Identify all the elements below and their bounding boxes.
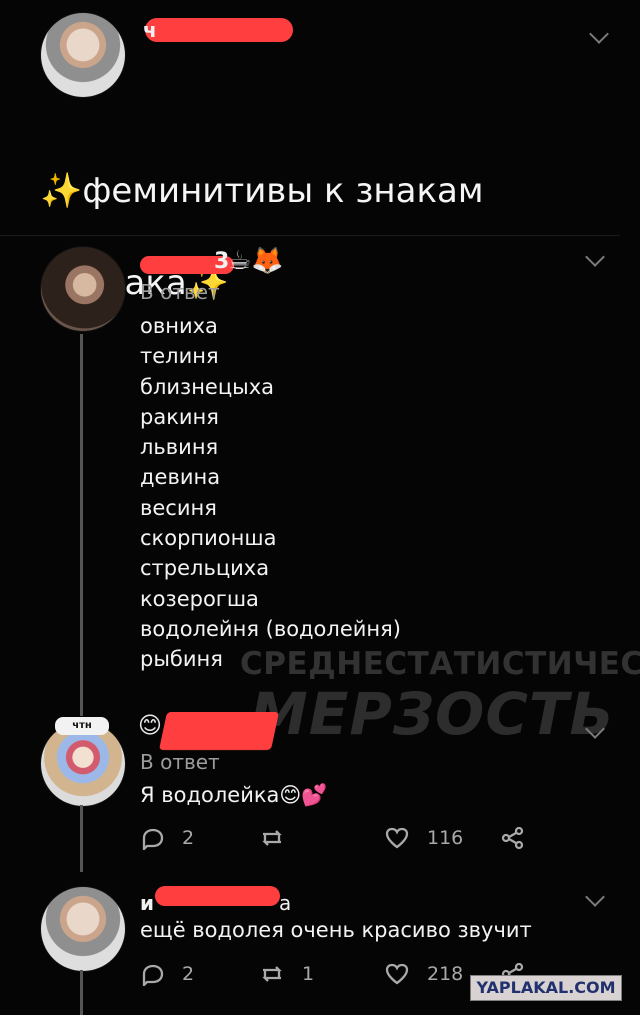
site-badge: YAPLAKAL.COM [470,975,622,1001]
retweet-icon [262,830,282,846]
avatar-reply-1[interactable] [40,246,126,332]
sparkles-icon: ✨ [40,171,83,211]
author-name-main-visible: ч [143,18,157,42]
thread-line-3 [80,970,83,1015]
like-count-3: 218 [427,963,464,985]
share-action-2[interactable] [500,826,526,850]
like-action-2[interactable]: 116 [383,826,463,850]
title-line-1: феминитивы к знакам [82,171,484,211]
heart-icon [385,963,409,985]
watermark-line-1: СРЕДНЕСТАТИСТИЧЕСКАЯ [240,646,640,682]
watermark-line-2: МЕРЗОСТЬ [250,680,615,748]
redacted-name-reply-3 [155,886,280,906]
reply-action-3[interactable]: 2 [140,962,194,986]
reply-body-2: Я водолейка😊💕 [140,783,328,807]
author-name-reply-3-end: а [279,891,292,915]
comment-icon [142,964,164,986]
like-action-3[interactable]: 218 [383,962,463,986]
avatar-badge: чтн [55,717,109,735]
reply-body-3: ещё водолея очень красиво звучит [140,918,532,942]
reply-body-1: овниха телиня близнецыха ракиня львиня д… [140,314,401,672]
reply-count-3: 2 [182,963,195,985]
retweet-action-2[interactable] [258,826,286,850]
reply-label-2: В ответ [140,750,220,774]
retweet-icon [262,966,282,982]
retweet-action-3[interactable]: 1 [258,962,314,986]
heart-icon [385,827,409,849]
thread-line-1 [80,334,83,716]
author-emoji-reply-2: 😊 [138,713,162,739]
author-emoji-reply-1: ☕🦊 [228,246,284,276]
retweet-count-3: 1 [302,963,315,985]
thread-line-2 [80,805,83,872]
redacted-name-reply-2 [158,712,280,750]
like-count-2: 116 [427,827,464,849]
reply-count-2: 2 [182,827,195,849]
chevron-down-icon[interactable] [589,24,609,44]
avatar-reply-3[interactable] [40,886,126,972]
share-icon [501,826,524,850]
comment-icon [142,828,164,850]
redacted-name-main [145,18,293,42]
chevron-down-icon[interactable] [585,887,605,907]
author-name-reply-3-start: и [140,891,155,915]
reply-action-2[interactable]: 2 [140,826,194,850]
reply-label-1: В ответ [140,280,220,304]
separator [0,235,620,236]
avatar-main[interactable] [40,12,126,98]
